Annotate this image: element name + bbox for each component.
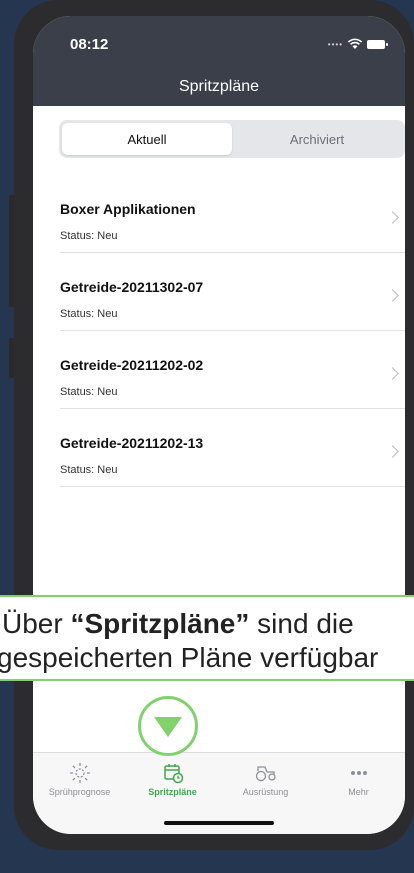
list-item[interactable]: Boxer Applikationen Status: Neu [33,175,405,253]
more-dots-icon [312,761,405,785]
tooltip-prefix: Über [2,608,71,639]
chevron-right-icon [386,211,399,224]
tab-spray-plans[interactable]: Spritzpläne [126,761,219,797]
segmented-control: Aktuell Archiviert [59,120,405,158]
plan-title: Getreide-20211202-13 [60,435,204,451]
tab-equipment[interactable]: Ausrüstung [219,761,312,797]
chevron-right-icon [386,367,399,380]
sun-icon [33,761,126,785]
arrow-down-icon [154,717,182,737]
app-screen: 08:12 •••• Spritzpläne Aktuell Archivier… [33,16,405,834]
chevron-right-icon [386,289,399,302]
tooltip-line-1: Über “Spritzpläne” sind die [0,607,414,641]
status-icons: •••• [327,38,388,50]
list-item[interactable]: Getreide-20211302-07 Status: Neu [33,253,405,331]
plan-title: Boxer Applikationen [60,201,196,217]
plan-title: Getreide-20211302-07 [60,279,204,295]
tab-label: Mehr [348,787,369,797]
tooltip-text: Über “Spritzpläne” sind die gespeicherte… [0,607,414,675]
calendar-clock-icon [126,761,219,785]
chevron-right-icon [386,445,399,458]
wifi-icon [347,38,363,49]
signal-icon: •••• [327,39,343,49]
pointer-arrow-icon [138,696,198,756]
segment-archived[interactable]: Archiviert [232,123,402,155]
plan-status: Status: Neu [60,230,118,242]
tab-spray-forecast[interactable]: Sprühprognose [33,761,126,797]
nav-bar: 08:12 •••• Spritzpläne [33,16,405,106]
list-item[interactable]: Getreide-20211202-13 Status: Neu [33,409,405,487]
plan-title: Getreide-20211202-02 [60,357,204,373]
segment-current[interactable]: Aktuell [62,123,232,155]
tractor-icon [219,761,312,785]
tooltip-line-2: gespeicherten Pläne verfügbar [0,642,379,673]
battery-icon [367,39,388,49]
tab-label: Spritzpläne [148,787,197,797]
plan-status: Status: Neu [60,308,118,320]
tab-more[interactable]: Mehr [312,761,405,797]
divider [60,486,405,487]
tooltip-suffix: sind die [249,608,354,639]
tab-label: Sprühprognose [48,787,111,797]
plan-status: Status: Neu [60,464,118,476]
home-indicator [164,821,274,825]
plan-status: Status: Neu [60,386,118,398]
tab-label: Ausrüstung [242,787,289,797]
tutorial-tooltip: Über “Spritzpläne” sind die gespeicherte… [0,595,414,681]
list-item[interactable]: Getreide-20211202-02 Status: Neu [33,331,405,409]
page-title: Spritzpläne [178,78,260,95]
phone-frame: 08:12 •••• Spritzpläne Aktuell Archivier… [14,0,414,850]
tooltip-highlight: “Spritzpläne” [70,608,250,639]
status-time: 08:12 [70,36,109,53]
